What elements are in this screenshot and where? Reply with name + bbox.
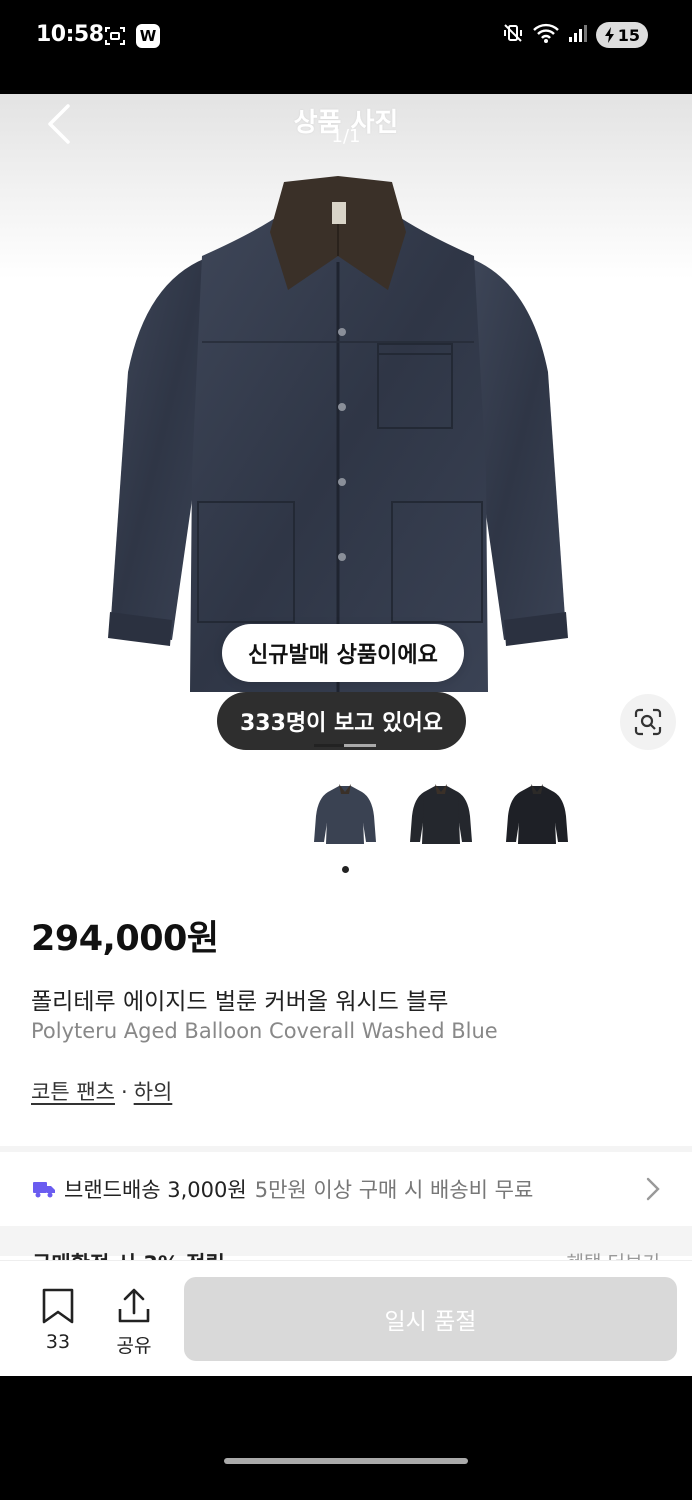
home-indicator[interactable]	[224, 1458, 468, 1464]
shipping-fee: 브랜드배송 3,000원	[64, 1178, 247, 1202]
product-detail-screen: 상품 사진 1/1 신규발매 상품이에요 333명이 보고 있어요 294,00…	[0, 94, 692, 1376]
viewers-badge: 333명이 보고 있어요	[217, 692, 466, 750]
product-price: 294,000원	[31, 919, 219, 959]
subcategory-link[interactable]: 하의	[134, 1080, 173, 1104]
bookmark-button[interactable]: 33	[28, 1287, 88, 1353]
gallery-page-indicator	[344, 744, 376, 747]
product-name-korean: 폴리테루 에이지드 벌룬 커버올 워시드 블루	[31, 989, 449, 1015]
color-option-washed-blue[interactable]	[312, 780, 378, 848]
swatch-page-indicator	[342, 866, 349, 873]
color-option-black[interactable]	[408, 780, 474, 848]
w-app-icon: W	[136, 24, 160, 48]
delivery-truck-icon	[33, 1182, 55, 1198]
bookmark-icon	[42, 1288, 74, 1324]
status-bar: 10:58 W 15	[0, 0, 692, 94]
mute-vibrate-icon	[502, 22, 524, 48]
bottom-action-bar: 33 공유 일시 품절	[0, 1260, 692, 1376]
breadcrumb: 코튼 팬츠 · 하의	[31, 1076, 172, 1106]
status-left-icons: W	[104, 24, 160, 48]
battery-charging-icon	[604, 27, 614, 43]
chevron-right-icon	[646, 1177, 660, 1201]
system-navigation-area	[0, 1376, 692, 1500]
gallery-counter: 1/1	[331, 126, 361, 147]
screenshot-icon	[104, 25, 126, 47]
status-right-icons: 15	[502, 22, 648, 48]
share-icon	[118, 1288, 150, 1323]
product-image-gallery[interactable]: 상품 사진 1/1 신규발매 상품이에요 333명이 보고 있어요	[0, 94, 692, 754]
free-shipping-note: 5만원 이상 구매 시 배송비 무료	[254, 1178, 534, 1202]
product-name-english: Polyteru Aged Balloon Coverall Washed Bl…	[31, 1019, 498, 1043]
color-option-dark-navy[interactable]	[504, 780, 570, 848]
bookmark-count: 33	[45, 1331, 71, 1353]
share-button[interactable]: 공유	[104, 1287, 164, 1358]
shipping-info-row[interactable]: 브랜드배송 3,000원 5만원 이상 구매 시 배송비 무료	[0, 1152, 692, 1226]
category-link[interactable]: 코튼 팬츠	[31, 1080, 115, 1104]
breadcrumb-separator: ·	[120, 1080, 128, 1104]
sold-out-button[interactable]: 일시 품절	[184, 1277, 677, 1361]
battery-indicator: 15	[595, 22, 648, 48]
status-time: 10:58	[36, 22, 104, 47]
lens-search-icon	[634, 708, 662, 736]
visual-search-button[interactable]	[620, 694, 676, 750]
wifi-icon	[532, 22, 560, 48]
color-options	[0, 770, 692, 873]
gallery-page-indicator-active	[314, 744, 344, 747]
new-release-badge: 신규발매 상품이에요	[222, 624, 464, 682]
signal-icon	[568, 23, 588, 47]
share-label: 공유	[116, 1335, 152, 1357]
battery-level: 15	[617, 25, 640, 45]
